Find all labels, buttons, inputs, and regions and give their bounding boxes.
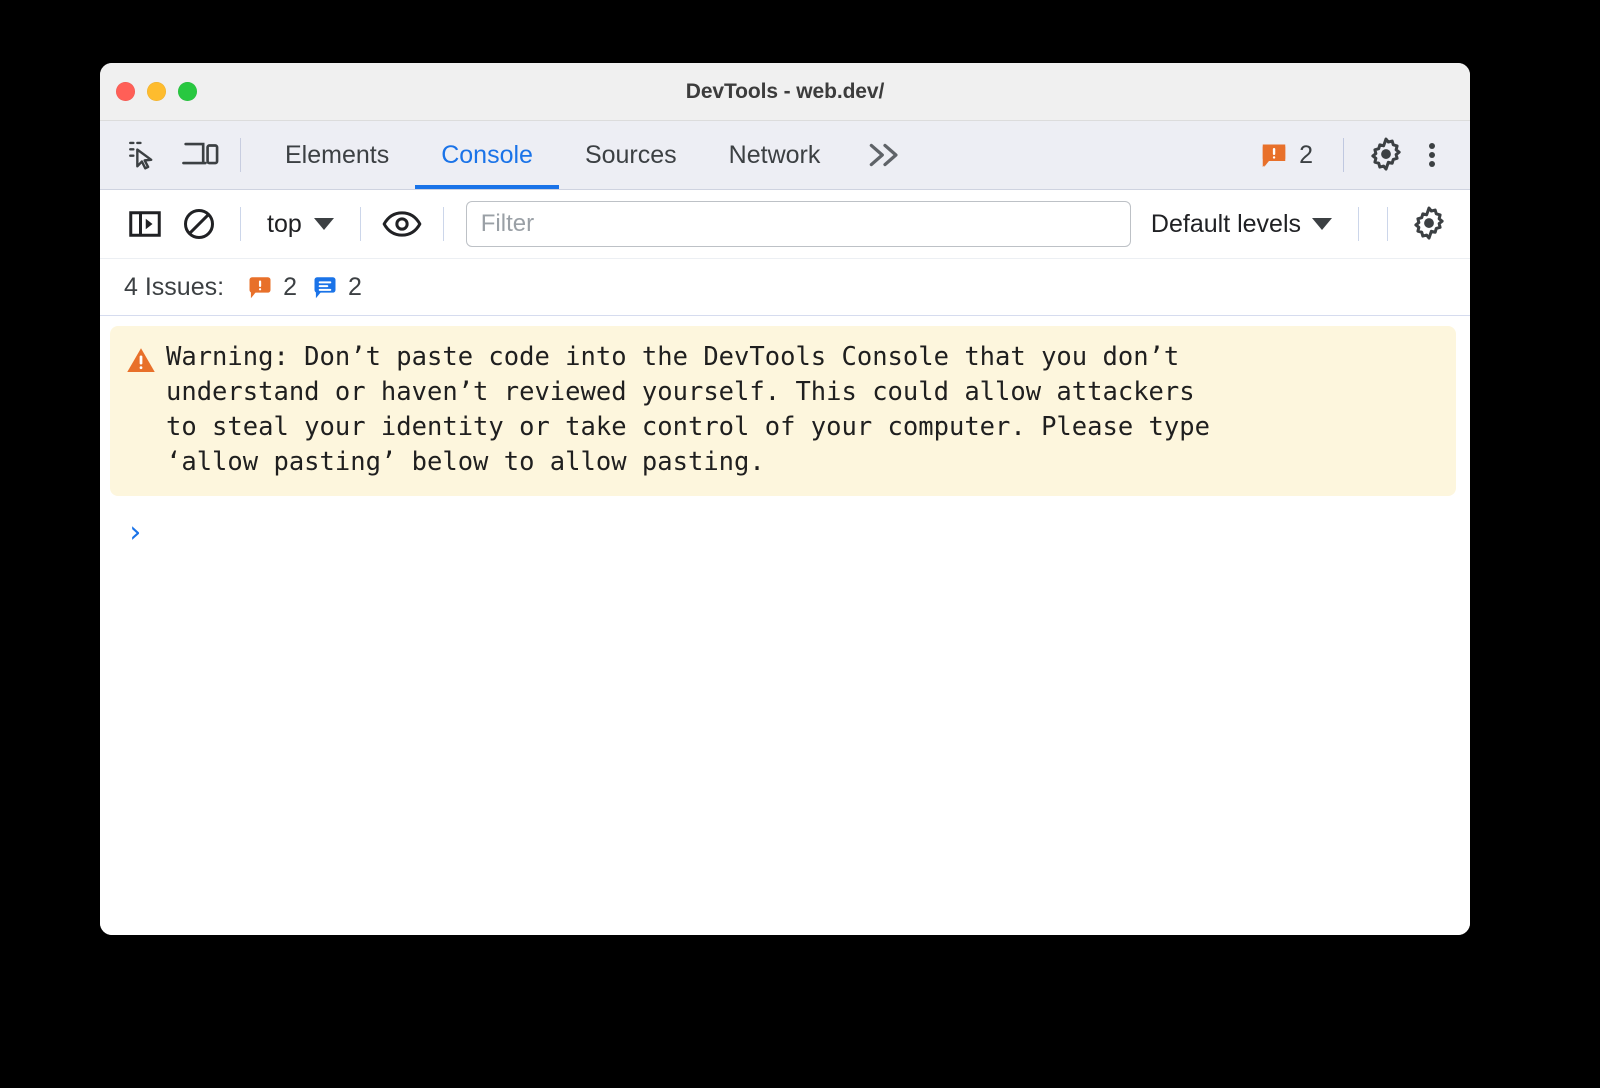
gear-icon xyxy=(1414,206,1444,240)
console-filter-wrapper xyxy=(458,201,1139,247)
issues-summary-bar[interactable]: 4 Issues: 2 2 xyxy=(100,259,1470,316)
close-window-button[interactable] xyxy=(116,82,135,101)
tab-elements[interactable]: Elements xyxy=(259,121,415,189)
devtools-more-options-button[interactable] xyxy=(1412,129,1452,181)
kebab-dot-bottom xyxy=(1429,161,1435,167)
warning-bubble-icon xyxy=(1262,144,1286,167)
screen: DevTools - web.dev/ Elements Console Sou… xyxy=(0,0,1600,1088)
javascript-context-label: top xyxy=(267,209,302,238)
gear-icon xyxy=(1371,137,1401,171)
issues-info-count: 2 xyxy=(347,272,362,301)
window-title: DevTools - web.dev/ xyxy=(685,79,885,103)
tab-console[interactable]: Console xyxy=(415,121,559,189)
javascript-context-selector[interactable]: top xyxy=(255,210,346,239)
console-message-area: Warning: Don’t paste code into the DevTo… xyxy=(100,316,1470,935)
create-live-expression-button[interactable] xyxy=(375,197,429,251)
warning-count-button[interactable]: 2 xyxy=(1245,140,1327,170)
minimize-window-button[interactable] xyxy=(147,82,166,101)
issues-warning-count: 2 xyxy=(283,272,297,301)
warning-triangle-icon xyxy=(127,348,155,372)
traffic-light-controls xyxy=(116,63,197,120)
log-levels-selector[interactable]: Default levels xyxy=(1139,210,1344,239)
console-sidebar-toggle-button[interactable] xyxy=(118,197,172,251)
window-titlebar: DevTools - web.dev/ xyxy=(100,63,1470,121)
toggle-device-toolbar-button[interactable] xyxy=(172,121,230,189)
devtools-settings-button[interactable] xyxy=(1360,129,1412,181)
chevron-double-right-icon xyxy=(870,143,898,167)
devtools-window: DevTools - web.dev/ Elements Console Sou… xyxy=(100,63,1470,935)
tab-network[interactable]: Network xyxy=(703,121,847,189)
chevron-down-icon xyxy=(313,218,334,230)
tabbar-right-divider xyxy=(1343,138,1344,172)
console-toolbar-divider-2 xyxy=(359,207,361,241)
issues-info-group[interactable]: 2 xyxy=(311,273,362,302)
tabbar-right-controls: 2 xyxy=(1245,121,1470,189)
log-levels-label: Default levels xyxy=(1150,209,1301,238)
chevron-down-icon xyxy=(1312,218,1332,230)
issues-count-label: 4 Issues: xyxy=(124,272,225,301)
console-warning-message: Warning: Don’t paste code into the DevTo… xyxy=(110,326,1456,496)
console-toolbar-divider-3 xyxy=(442,207,444,241)
tab-console-label: Console xyxy=(441,140,533,169)
console-prompt-chevron-icon: › xyxy=(126,515,145,550)
tab-elements-label: Elements xyxy=(285,140,390,169)
inspect-element-button[interactable] xyxy=(114,121,172,189)
console-toolbar-divider-5 xyxy=(1387,207,1388,241)
kebab-dot-middle xyxy=(1429,152,1435,158)
device-toolbar-icon xyxy=(182,142,219,165)
clear-console-button[interactable] xyxy=(172,197,226,251)
inspect-element-icon xyxy=(129,141,153,170)
more-tabs-button[interactable] xyxy=(846,121,924,189)
kebab-dot-top xyxy=(1429,143,1435,149)
console-toolbar-divider-4 xyxy=(1358,207,1359,241)
panel-tabs: Elements Console Sources Network xyxy=(259,121,924,189)
console-sidebar-icon xyxy=(129,211,161,237)
console-toolbar: top Default levels xyxy=(100,190,1470,259)
console-settings-button[interactable] xyxy=(1402,197,1456,251)
console-warning-text: Warning: Don’t paste code into the DevTo… xyxy=(166,342,1210,477)
console-toolbar-divider-1 xyxy=(240,207,241,241)
info-bubble-icon xyxy=(314,277,336,299)
console-prompt-row[interactable]: › xyxy=(100,496,1470,548)
tab-sources-label: Sources xyxy=(584,140,677,169)
tab-network-label: Network xyxy=(728,140,821,169)
tabbar-divider xyxy=(240,138,241,172)
devtools-tabbar: Elements Console Sources Network 2 xyxy=(100,121,1470,190)
console-filter-input[interactable] xyxy=(465,201,1131,247)
warning-bubble-icon xyxy=(249,277,271,299)
eye-icon xyxy=(382,211,422,237)
issues-warning-group[interactable]: 2 xyxy=(246,273,297,302)
warning-count-label: 2 xyxy=(1299,140,1313,169)
tab-sources[interactable]: Sources xyxy=(559,121,703,189)
maximize-window-button[interactable] xyxy=(178,82,197,101)
clear-console-icon xyxy=(184,209,214,239)
